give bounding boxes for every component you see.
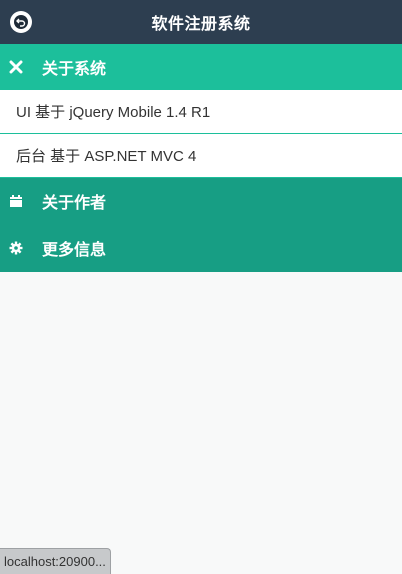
back-button[interactable]	[10, 11, 32, 33]
list-item: UI 基于 jQuery Mobile 1.4 R1	[0, 90, 402, 134]
status-bar-url: localhost:20900...	[0, 548, 111, 574]
section-label: 更多信息	[42, 242, 107, 259]
gear-icon	[8, 240, 24, 256]
list-item-text: 后台 基于 ASP.NET MVC 4	[16, 148, 197, 165]
close-icon[interactable]	[8, 59, 24, 75]
app-header: 软件注册系统	[0, 0, 402, 44]
page-title: 软件注册系统	[151, 16, 251, 33]
section-about-system[interactable]: 关于系统	[0, 44, 402, 90]
back-arrow-icon	[14, 15, 28, 29]
section-label: 关于作者	[42, 195, 107, 212]
list-item: 后台 基于 ASP.NET MVC 4	[0, 134, 402, 178]
section-label: 关于系统	[42, 61, 107, 78]
status-text: localhost:20900...	[4, 554, 106, 569]
section-about-author[interactable]: 关于作者	[0, 178, 402, 224]
list-item-text: UI 基于 jQuery Mobile 1.4 R1	[16, 104, 211, 121]
calendar-icon	[8, 193, 24, 209]
section-more-info[interactable]: 更多信息	[0, 224, 402, 272]
